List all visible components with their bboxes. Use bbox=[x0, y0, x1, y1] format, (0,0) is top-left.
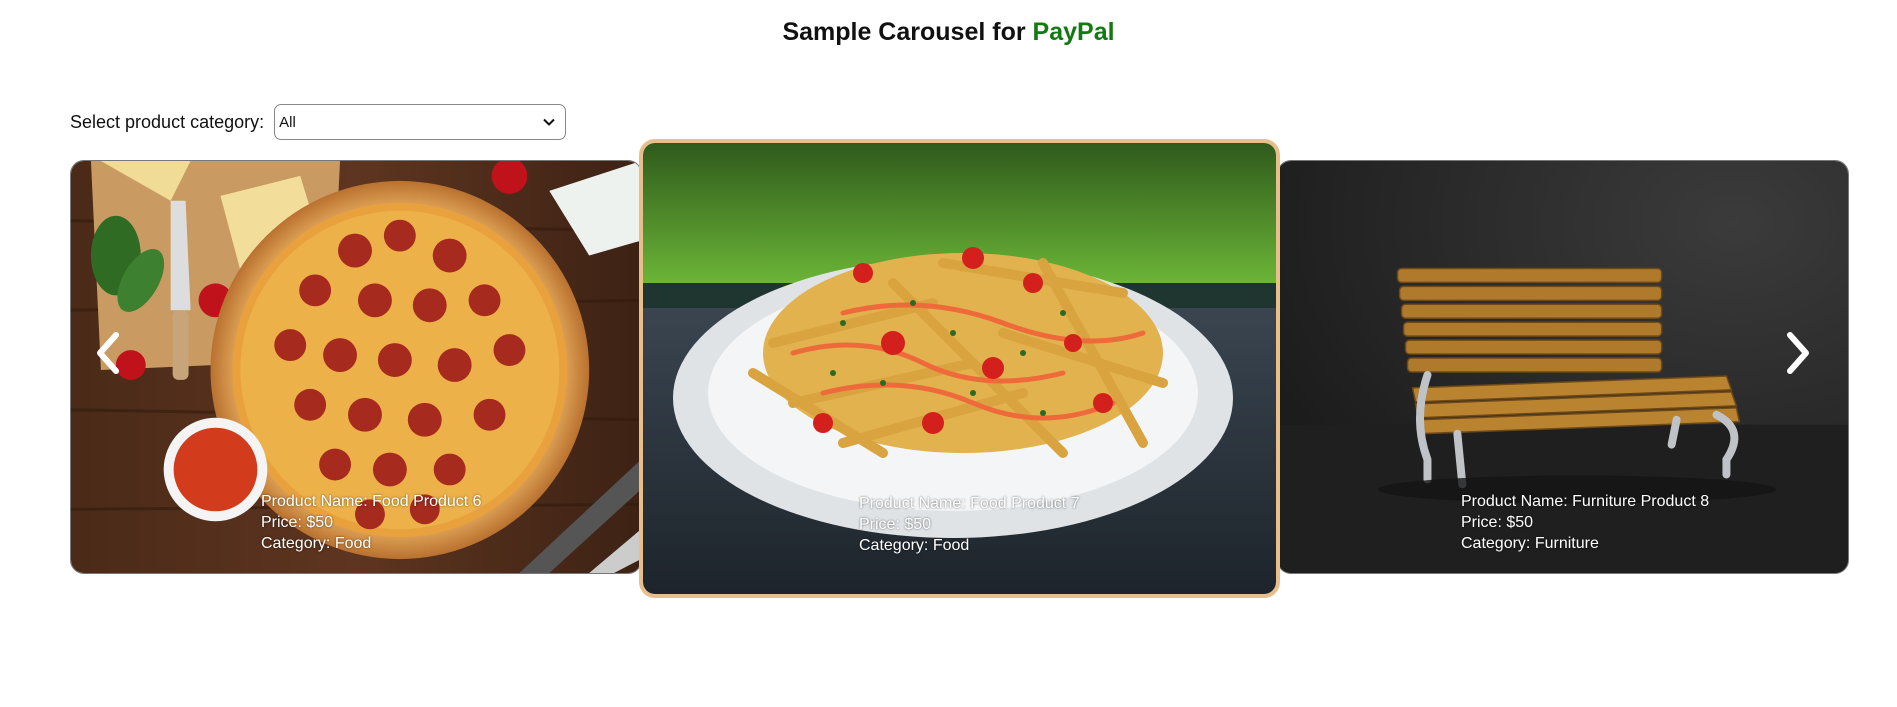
product-category: Category: Food bbox=[261, 535, 372, 552]
carousel-card-next[interactable]: Product Name: Furniture Product 8 Price:… bbox=[1277, 160, 1849, 574]
product-info: Product Name: Furniture Product 8 Price:… bbox=[1461, 491, 1709, 554]
product-price: Price: $50 bbox=[1461, 514, 1534, 531]
title-prefix: Sample Carousel for bbox=[782, 18, 1026, 46]
title-brand: PayPal bbox=[1032, 18, 1115, 46]
category-filter: Select product category: All bbox=[70, 104, 567, 140]
page-title: Sample Carousel for PayPal bbox=[0, 18, 1897, 47]
category-filter-label: Select product category: bbox=[70, 111, 265, 132]
category-select[interactable]: All bbox=[274, 104, 567, 140]
category-select-value: All bbox=[279, 113, 296, 131]
carousel-card-prev[interactable]: Product Name: Food Product 6 Price: $50 … bbox=[70, 160, 642, 574]
carousel-next-button[interactable] bbox=[1778, 328, 1818, 378]
chevron-right-icon bbox=[1787, 332, 1809, 374]
product-price: Price: $50 bbox=[859, 516, 932, 533]
product-price: Price: $50 bbox=[261, 514, 334, 531]
product-category: Category: Food bbox=[859, 537, 970, 554]
product-info: Product Name: Food Product 7 Price: $50 … bbox=[859, 493, 1080, 556]
carousel-card-active[interactable]: Product Name: Food Product 7 Price: $50 … bbox=[639, 139, 1280, 598]
product-info: Product Name: Food Product 6 Price: $50 … bbox=[261, 491, 482, 554]
product-name: Product Name: Food Product 6 bbox=[261, 493, 482, 510]
chevron-left-icon bbox=[97, 332, 119, 374]
carousel-prev-button[interactable] bbox=[88, 328, 128, 378]
product-name: Product Name: Food Product 7 bbox=[859, 495, 1080, 512]
chevron-down-icon bbox=[543, 118, 555, 126]
product-name: Product Name: Furniture Product 8 bbox=[1461, 493, 1710, 510]
product-category: Category: Furniture bbox=[1461, 535, 1599, 552]
